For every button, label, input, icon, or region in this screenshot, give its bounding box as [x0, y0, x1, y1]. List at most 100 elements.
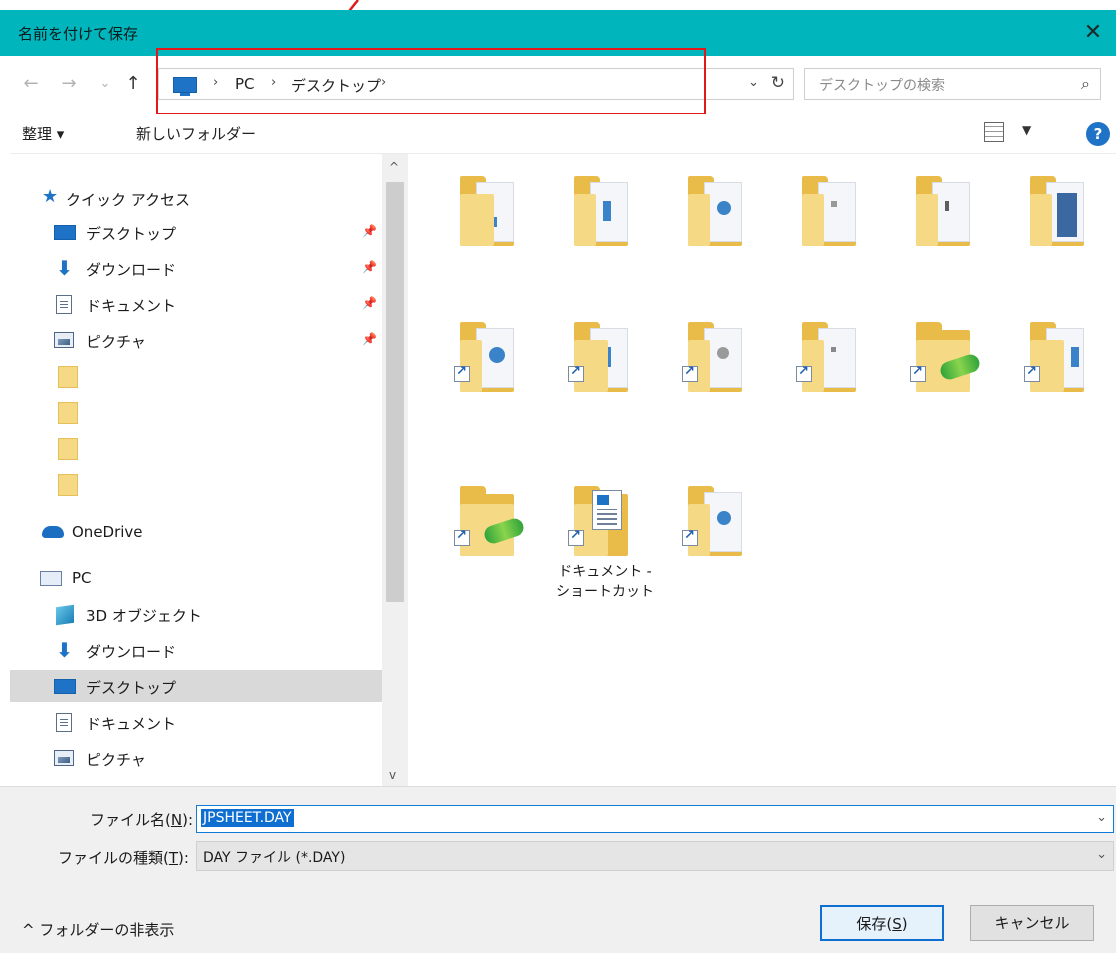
- scroll-up-icon[interactable]: ^: [389, 160, 399, 174]
- save-button[interactable]: 保存(S): [820, 905, 944, 941]
- shortcut-arrow-icon: [910, 364, 926, 382]
- folder-icon: [688, 486, 748, 558]
- navigation-pane[interactable]: ★ クイック アクセス デスクトップ 📌 ⬇ ダウンロード 📌 ドキュメント 📌…: [10, 154, 408, 786]
- command-toolbar: 整理 ▾ 新しいフォルダー ▼ ?: [10, 114, 1116, 154]
- sidebar-item-onedrive[interactable]: OneDrive: [10, 516, 382, 548]
- sidebar-item-documents[interactable]: ドキュメント 📌: [10, 288, 382, 320]
- folder-shortcut-item[interactable]: [664, 306, 774, 456]
- cancel-button[interactable]: キャンセル: [970, 905, 1094, 941]
- folder-icon: [688, 176, 748, 248]
- hide-folders-toggle[interactable]: ^ フォルダーの非表示: [22, 919, 174, 940]
- refresh-icon[interactable]: ↻: [771, 73, 785, 93]
- folder-item[interactable]: [778, 160, 888, 310]
- folder-icon: [460, 176, 520, 248]
- document-icon: [56, 713, 72, 732]
- scroll-down-icon[interactable]: v: [389, 768, 396, 782]
- annotation-highlight-box: [156, 48, 706, 115]
- pin-icon[interactable]: 📌: [362, 296, 377, 310]
- filetype-select[interactable]: DAY ファイル (*.DAY) ⌄: [196, 841, 1114, 871]
- file-list-pane[interactable]: ドキュメント -ショートカット: [410, 154, 1116, 786]
- folder-icon: [58, 438, 78, 460]
- shortcut-arrow-icon: [454, 364, 470, 382]
- help-icon[interactable]: ?: [1086, 122, 1110, 146]
- search-icon[interactable]: ⌕: [1081, 74, 1090, 94]
- sidebar-item-desktop[interactable]: デスクトップ 📌: [10, 216, 382, 248]
- shortcut-arrow-icon: [454, 528, 470, 546]
- network-folder-shortcut-item[interactable]: [892, 306, 1002, 456]
- sidebar-scrollbar[interactable]: ^ v: [382, 154, 408, 786]
- folder-shortcut-item[interactable]: [436, 306, 546, 456]
- organize-button[interactable]: 整理 ▾: [22, 123, 64, 144]
- scrollbar-thumb[interactable]: [386, 182, 404, 602]
- filename-input[interactable]: JPSHEET.DAY ⌄: [196, 805, 1114, 833]
- pictures-icon: [54, 750, 74, 766]
- sidebar-item-desktop-selected[interactable]: デスクトップ: [10, 670, 382, 702]
- folder-item[interactable]: [1006, 160, 1116, 310]
- sidebar-item-folder[interactable]: [10, 360, 382, 392]
- sidebar-item-label: クイック アクセス: [66, 191, 191, 209]
- sidebar-item-pictures[interactable]: ピクチャ 📌: [10, 324, 382, 356]
- documents-shortcut-item[interactable]: ドキュメント -ショートカット: [550, 470, 660, 620]
- folder-icon: [802, 322, 862, 394]
- folder-item[interactable]: [436, 160, 546, 310]
- chevron-down-icon[interactable]: ⌄: [1096, 810, 1107, 825]
- sidebar-item-3d-objects[interactable]: 3D オブジェクト: [10, 598, 382, 630]
- sidebar-item-folder[interactable]: [10, 396, 382, 428]
- shortcut-arrow-icon: [796, 364, 812, 382]
- search-input[interactable]: デスクトップの検索 ⌕: [804, 68, 1101, 100]
- shortcut-arrow-icon: [568, 528, 584, 546]
- sidebar-item-label: ドキュメント: [86, 715, 177, 733]
- desktop-icon: [54, 225, 76, 240]
- folder-shortcut-item[interactable]: [550, 306, 660, 456]
- folder-item[interactable]: [550, 160, 660, 310]
- 3d-objects-icon: [56, 604, 74, 626]
- sidebar-item-folder[interactable]: [10, 432, 382, 464]
- pin-icon[interactable]: 📌: [362, 224, 377, 238]
- sidebar-item-downloads[interactable]: ⬇ ダウンロード 📌: [10, 252, 382, 284]
- sidebar-item-pictures[interactable]: ピクチャ: [10, 742, 382, 774]
- download-icon: ⬇: [56, 638, 73, 662]
- view-dropdown-icon[interactable]: ▼: [1022, 123, 1031, 137]
- back-icon[interactable]: ←: [20, 72, 42, 96]
- network-folder-shortcut-item[interactable]: [436, 470, 546, 620]
- address-history-dropdown-icon[interactable]: ⌄: [748, 75, 759, 90]
- sidebar-item-label: PC: [72, 569, 92, 587]
- search-placeholder: デスクトップの検索: [819, 78, 945, 94]
- folder-shortcut-item[interactable]: [664, 470, 774, 620]
- folder-icon: [574, 322, 634, 394]
- filename-label: ファイル名(N):: [90, 811, 193, 829]
- filename-value[interactable]: JPSHEET.DAY: [201, 809, 294, 827]
- sidebar-item-documents[interactable]: ドキュメント: [10, 706, 382, 738]
- pc-icon: [40, 571, 62, 586]
- filetype-label: ファイルの種類(T):: [58, 849, 189, 867]
- document-icon: [56, 295, 72, 314]
- view-options-icon[interactable]: [984, 122, 1004, 142]
- folder-shortcut-item[interactable]: [778, 306, 888, 456]
- folder-item[interactable]: [892, 160, 1002, 310]
- sidebar-item-folder[interactable]: [10, 468, 382, 500]
- close-icon[interactable]: ✕: [1078, 18, 1108, 48]
- folder-icon: [58, 402, 78, 424]
- up-icon[interactable]: ↑: [122, 72, 144, 96]
- shortcut-arrow-icon: [1024, 364, 1040, 382]
- folder-item[interactable]: [664, 160, 774, 310]
- star-icon: ★: [42, 186, 59, 207]
- pin-icon[interactable]: 📌: [362, 260, 377, 274]
- recent-locations-icon[interactable]: ⌄: [94, 72, 116, 96]
- sidebar-item-partial[interactable]: [10, 778, 382, 786]
- sidebar-item-downloads[interactable]: ⬇ ダウンロード: [10, 634, 382, 666]
- folder-shortcut-item[interactable]: [1006, 306, 1116, 456]
- chevron-down-icon[interactable]: ⌄: [1096, 847, 1107, 862]
- sidebar-item-label: 3D オブジェクト: [86, 607, 202, 625]
- pin-icon[interactable]: 📌: [362, 332, 377, 346]
- sidebar-item-label: ダウンロード: [86, 643, 177, 661]
- sidebar-item-pc[interactable]: PC: [10, 562, 382, 594]
- shortcut-arrow-icon: [682, 364, 698, 382]
- new-folder-button[interactable]: 新しいフォルダー: [136, 123, 256, 144]
- sidebar-item-label: ピクチャ: [86, 333, 146, 351]
- sidebar-item-quick-access[interactable]: ★ クイック アクセス: [10, 182, 382, 214]
- folder-icon: [688, 322, 748, 394]
- shortcut-arrow-icon: [682, 528, 698, 546]
- sidebar-item-label: デスクトップ: [86, 679, 177, 697]
- forward-icon[interactable]: →: [58, 72, 80, 96]
